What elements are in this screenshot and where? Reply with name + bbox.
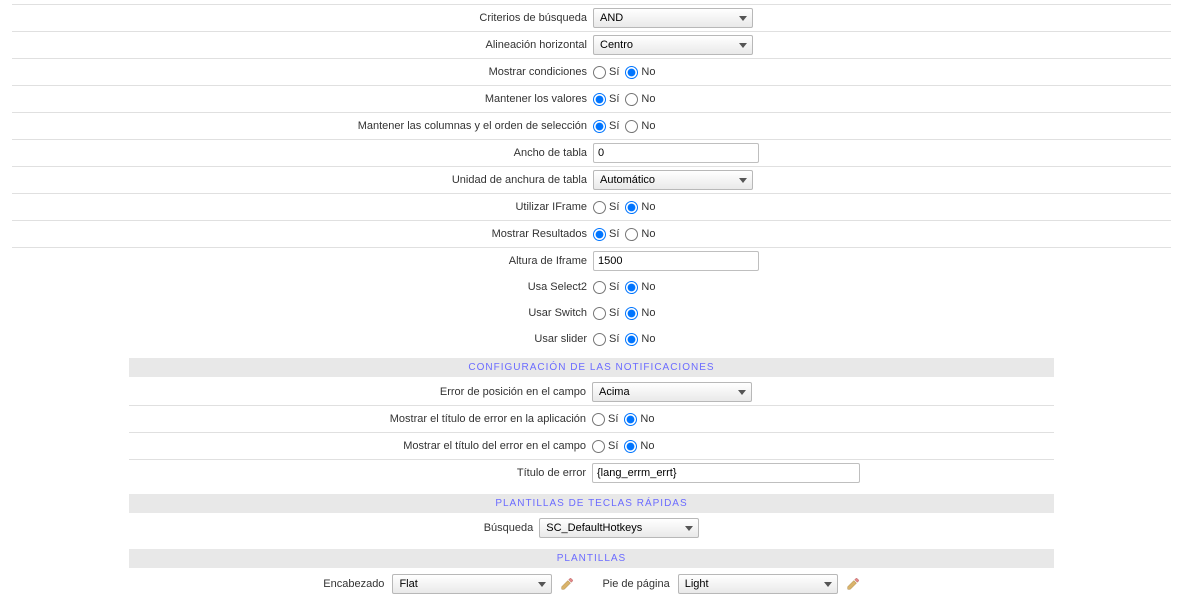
label-iframe-height: Altura de Iframe	[12, 255, 593, 267]
radio-use-switch: Sí No	[593, 307, 1171, 320]
select-template-header[interactable]: Flat	[392, 574, 552, 594]
select-horiz-align[interactable]: Centro	[593, 35, 753, 55]
edit-footer-icon[interactable]	[846, 577, 860, 591]
radio-use-switch-yes[interactable]	[593, 307, 606, 320]
section-header-notifications: CONFIGURACIÓN DE LAS NOTIFICACIONES	[129, 358, 1054, 377]
select-template-footer[interactable]: Light	[678, 574, 838, 594]
radio-use-iframe-no[interactable]	[625, 201, 638, 214]
select-hotkeys-search[interactable]: SC_DefaultHotkeys	[539, 518, 699, 538]
radio-use-slider-no[interactable]	[625, 333, 638, 346]
radio-keep-values-yes[interactable]	[593, 93, 606, 106]
label-show-err-app: Mostrar el título de error en la aplicac…	[129, 413, 592, 425]
label-show-err-field: Mostrar el título del error en el campo	[129, 440, 592, 452]
section-header-hotkeys: PLANTILLAS DE TECLAS RÁPIDAS	[129, 494, 1054, 513]
label-table-width-unit: Unidad de anchura de tabla	[12, 174, 593, 186]
radio-use-select2: Sí No	[593, 281, 1171, 294]
label-use-switch: Usar Switch	[12, 307, 593, 319]
radio-show-results-no[interactable]	[625, 228, 638, 241]
radio-use-iframe-yes[interactable]	[593, 201, 606, 214]
select-search-criteria[interactable]: AND	[593, 8, 753, 28]
radio-use-switch-no[interactable]	[625, 307, 638, 320]
radio-use-iframe: Sí No	[593, 201, 1171, 214]
section-header-templates: PLANTILLAS	[129, 549, 1054, 568]
label-horiz-align: Alineación horizontal	[12, 39, 593, 51]
label-use-select2: Usa Select2	[12, 281, 593, 293]
radio-keep-values: Sí No	[593, 93, 1171, 106]
label-template-header: Encabezado	[323, 578, 384, 590]
label-show-results: Mostrar Resultados	[12, 228, 593, 240]
radio-show-err-field: Sí No	[592, 440, 1054, 453]
input-iframe-height[interactable]	[593, 251, 759, 271]
radio-show-results: Sí No	[593, 228, 1171, 241]
label-template-footer: Pie de página	[602, 578, 669, 590]
input-err-title[interactable]	[592, 463, 860, 483]
radio-show-conditions: Sí No	[593, 66, 1171, 79]
label-err-pos: Error de posición en el campo	[129, 386, 592, 398]
radio-keep-cols-no[interactable]	[625, 120, 638, 133]
input-table-width[interactable]	[593, 143, 759, 163]
label-use-iframe: Utilizar IFrame	[12, 201, 593, 213]
radio-show-conditions-yes[interactable]	[593, 66, 606, 79]
radio-use-slider-yes[interactable]	[593, 333, 606, 346]
radio-use-slider: Sí No	[593, 333, 1171, 346]
select-table-width-unit[interactable]: Automático	[593, 170, 753, 190]
label-hotkeys-search: Búsqueda	[484, 522, 540, 534]
radio-show-err-field-yes[interactable]	[592, 440, 605, 453]
label-keep-cols: Mantener las columnas y el orden de sele…	[12, 120, 593, 132]
edit-header-icon[interactable]	[560, 577, 574, 591]
radio-use-select2-yes[interactable]	[593, 281, 606, 294]
radio-show-err-app-yes[interactable]	[592, 413, 605, 426]
radio-show-conditions-no[interactable]	[625, 66, 638, 79]
radio-show-results-yes[interactable]	[593, 228, 606, 241]
select-err-pos[interactable]: Acima	[592, 382, 752, 402]
radio-show-err-field-no[interactable]	[624, 440, 637, 453]
radio-keep-cols: Sí No	[593, 120, 1171, 133]
radio-keep-cols-yes[interactable]	[593, 120, 606, 133]
radio-use-select2-no[interactable]	[625, 281, 638, 294]
label-table-width: Ancho de tabla	[12, 147, 593, 159]
label-keep-values: Mantener los valores	[12, 93, 593, 105]
radio-show-err-app-no[interactable]	[624, 413, 637, 426]
label-err-title: Título de error	[129, 467, 592, 479]
radio-keep-values-no[interactable]	[625, 93, 638, 106]
label-search-criteria: Criterios de búsqueda	[12, 12, 593, 24]
radio-show-err-app: Sí No	[592, 413, 1054, 426]
label-use-slider: Usar slider	[12, 333, 593, 345]
label-show-conditions: Mostrar condiciones	[12, 66, 593, 78]
